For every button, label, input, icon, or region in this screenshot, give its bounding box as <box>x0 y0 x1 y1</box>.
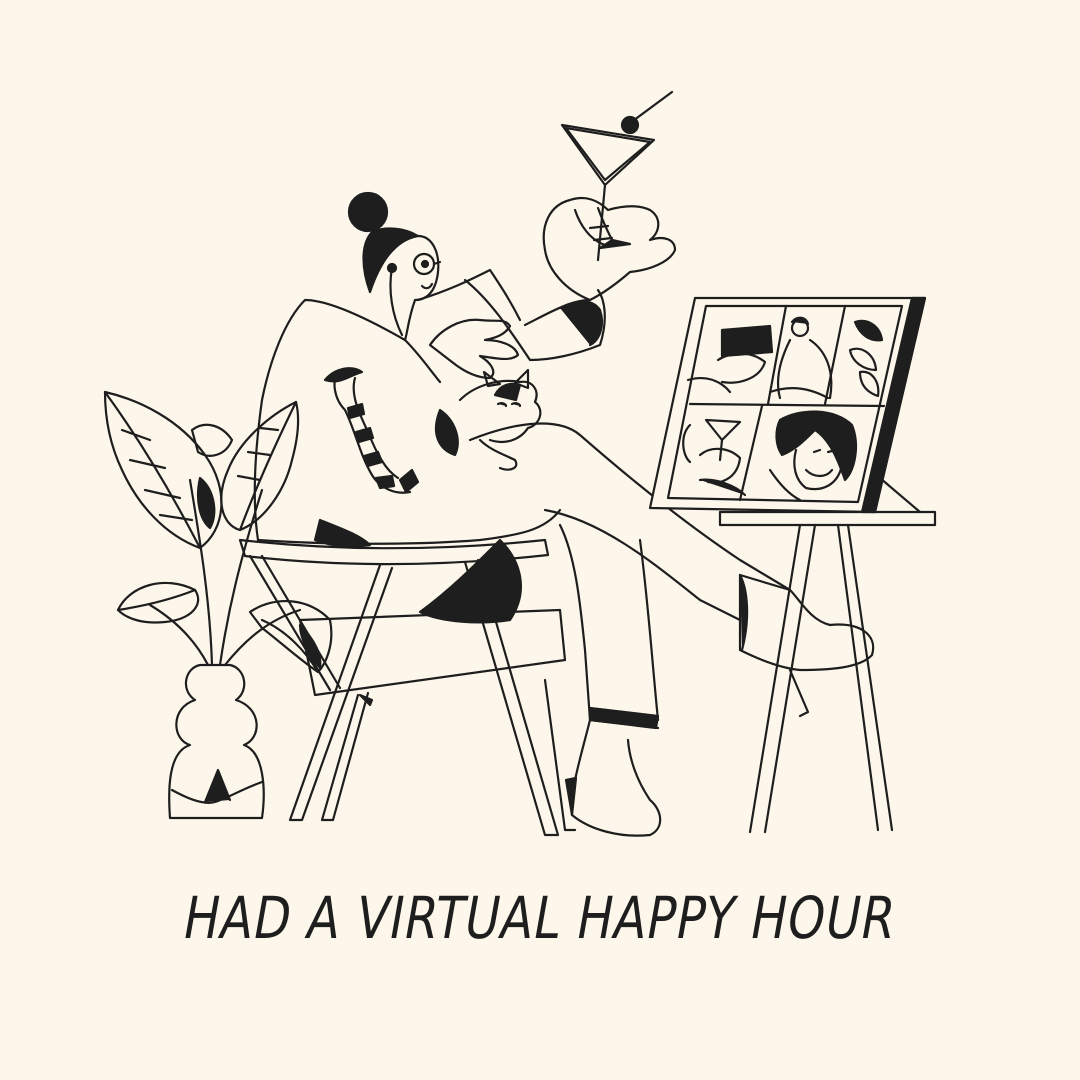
caption-title: HAD A VIRTUAL HAPPY HOUR <box>178 884 902 952</box>
chair <box>238 538 577 837</box>
potted-plant <box>103 390 333 820</box>
cat <box>323 367 542 494</box>
